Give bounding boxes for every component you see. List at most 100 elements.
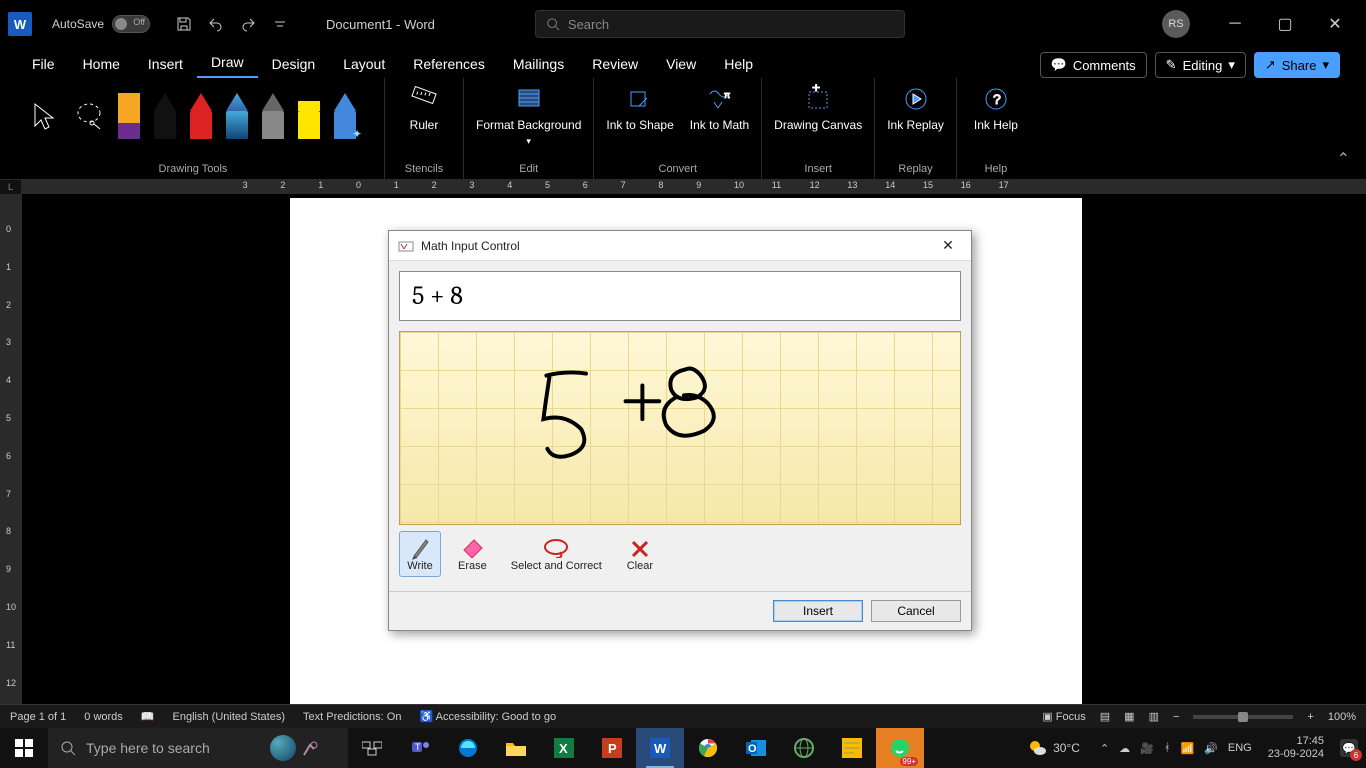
pen-red[interactable] bbox=[190, 93, 212, 139]
minimize-button[interactable]: ─ bbox=[1212, 8, 1258, 40]
ink-to-shape-button[interactable]: Ink to Shape bbox=[606, 84, 673, 132]
svg-text:W: W bbox=[654, 741, 667, 756]
tab-layout[interactable]: Layout bbox=[329, 50, 399, 78]
page-indicator[interactable]: Page 1 of 1 bbox=[10, 711, 66, 723]
lasso-tool[interactable] bbox=[74, 101, 104, 131]
pencil-gray[interactable] bbox=[262, 93, 284, 139]
format-background-button[interactable]: Format Background▾ bbox=[476, 84, 581, 147]
ink-help-button[interactable]: ?Ink Help bbox=[969, 84, 1023, 132]
dialog-close-button[interactable]: ✕ bbox=[933, 236, 963, 256]
close-button[interactable]: ✕ bbox=[1312, 8, 1358, 40]
language-indicator[interactable]: ENG bbox=[1228, 742, 1252, 754]
ruler-button[interactable]: Ruler bbox=[397, 84, 451, 132]
insert-button[interactable]: Insert bbox=[773, 600, 863, 622]
select-tool[interactable] bbox=[30, 101, 60, 131]
save-icon[interactable] bbox=[170, 10, 198, 38]
search-placeholder: Search bbox=[568, 17, 609, 32]
ink-replay-button[interactable]: Ink Replay bbox=[887, 84, 944, 132]
tray-chevron-icon[interactable]: ⌃ bbox=[1100, 742, 1109, 755]
search-icon bbox=[546, 17, 560, 31]
clear-tool[interactable]: Clear bbox=[619, 531, 661, 577]
ink-to-math-button[interactable]: πInk to Math bbox=[690, 84, 749, 132]
chrome-icon[interactable] bbox=[684, 728, 732, 768]
highlighter-yellow[interactable] bbox=[298, 93, 320, 139]
group-label: Insert bbox=[804, 163, 832, 175]
zoom-out[interactable]: − bbox=[1173, 711, 1179, 723]
print-layout-icon[interactable]: ▦ bbox=[1124, 710, 1134, 723]
word-icon[interactable]: W bbox=[636, 728, 684, 768]
task-view-icon[interactable] bbox=[348, 728, 396, 768]
dialog-titlebar[interactable]: Math Input Control ✕ bbox=[389, 231, 971, 261]
titlebar: W AutoSave Off Document1 - Word Search R… bbox=[0, 0, 1366, 48]
erase-tool[interactable]: Erase bbox=[451, 531, 494, 577]
redo-icon[interactable] bbox=[234, 10, 262, 38]
zoom-slider[interactable] bbox=[1193, 715, 1293, 719]
language-indicator[interactable]: English (United States) bbox=[173, 711, 286, 723]
select-correct-tool[interactable]: Select and Correct bbox=[504, 531, 609, 577]
tab-draw[interactable]: Draw bbox=[197, 48, 258, 78]
tab-home[interactable]: Home bbox=[69, 50, 134, 78]
tab-help[interactable]: Help bbox=[710, 50, 767, 78]
pen-galaxy[interactable] bbox=[226, 93, 248, 139]
text-predictions[interactable]: Text Predictions: On bbox=[303, 711, 401, 723]
browser-icon[interactable] bbox=[780, 728, 828, 768]
collapse-ribbon-icon[interactable]: ⌃ bbox=[1337, 149, 1350, 169]
edge-icon[interactable] bbox=[444, 728, 492, 768]
tab-view[interactable]: View bbox=[652, 50, 710, 78]
share-button[interactable]: ↗Share▾ bbox=[1254, 52, 1340, 78]
outlook-icon[interactable]: O bbox=[732, 728, 780, 768]
tab-design[interactable]: Design bbox=[258, 50, 330, 78]
user-avatar[interactable]: RS bbox=[1162, 10, 1190, 38]
comments-button[interactable]: 💬Comments bbox=[1040, 52, 1147, 78]
sticky-notes-icon[interactable] bbox=[828, 728, 876, 768]
eraser-tool[interactable] bbox=[118, 93, 140, 139]
wifi-icon[interactable]: 📶 bbox=[1180, 742, 1194, 755]
web-layout-icon[interactable]: ▥ bbox=[1149, 710, 1159, 723]
tab-review[interactable]: Review bbox=[578, 50, 652, 78]
volume-icon[interactable]: 🔊 bbox=[1204, 742, 1218, 755]
zoom-level[interactable]: 100% bbox=[1328, 711, 1356, 723]
weather-widget[interactable]: 30°C bbox=[1017, 738, 1090, 758]
horizontal-ruler[interactable]: L 32101234567891011121314151617 bbox=[0, 180, 1366, 194]
math-ink-canvas[interactable] bbox=[399, 331, 961, 525]
powerpoint-icon[interactable]: P bbox=[588, 728, 636, 768]
tab-file[interactable]: File bbox=[18, 50, 69, 78]
start-button[interactable] bbox=[0, 728, 48, 768]
focus-mode[interactable]: ▣ Focus bbox=[1042, 710, 1085, 723]
taskbar-search[interactable]: Type here to search bbox=[48, 728, 348, 768]
notifications-icon[interactable]: 💬 bbox=[1340, 739, 1358, 757]
zoom-in[interactable]: + bbox=[1307, 711, 1313, 723]
pen-action[interactable] bbox=[334, 93, 356, 139]
meet-now-icon[interactable]: 🎥 bbox=[1140, 742, 1154, 755]
read-mode-icon[interactable]: ▤ bbox=[1100, 710, 1110, 723]
search-box[interactable]: Search bbox=[535, 10, 905, 38]
tab-mailings[interactable]: Mailings bbox=[499, 50, 578, 78]
autosave-toggle-group[interactable]: AutoSave Off bbox=[52, 15, 150, 33]
editing-mode-button[interactable]: ✎Editing▾ bbox=[1155, 52, 1246, 78]
accessibility-status[interactable]: ♿ Accessibility: Good to go bbox=[419, 710, 556, 723]
bluetooth-icon[interactable]: ᚼ bbox=[1164, 742, 1171, 754]
weather-icon bbox=[1027, 738, 1047, 758]
cancel-button[interactable]: Cancel bbox=[871, 600, 961, 622]
clock[interactable]: 17:45 23-09-2024 bbox=[1262, 735, 1330, 761]
pen-black[interactable] bbox=[154, 93, 176, 139]
word-count[interactable]: 0 words bbox=[84, 711, 123, 723]
qat-customize-icon[interactable] bbox=[266, 10, 294, 38]
drawing-canvas-button[interactable]: +Drawing Canvas bbox=[774, 84, 862, 132]
write-tool[interactable]: Write bbox=[399, 531, 441, 577]
autosave-toggle[interactable]: Off bbox=[112, 15, 150, 33]
maximize-button[interactable]: ▢ bbox=[1262, 8, 1308, 40]
search-highlight-icon bbox=[270, 734, 342, 762]
undo-icon[interactable] bbox=[202, 10, 230, 38]
whatsapp-icon[interactable]: 99+ bbox=[876, 728, 924, 768]
file-explorer-icon[interactable] bbox=[492, 728, 540, 768]
word-app-icon: W bbox=[8, 12, 32, 36]
spellcheck-icon[interactable]: 📖 bbox=[141, 710, 155, 723]
vertical-ruler[interactable]: 0123456789101112 bbox=[0, 194, 22, 738]
excel-icon[interactable]: X bbox=[540, 728, 588, 768]
autosave-label: AutoSave bbox=[52, 17, 104, 31]
teams-icon[interactable]: T bbox=[396, 728, 444, 768]
tab-references[interactable]: References bbox=[399, 50, 499, 78]
tab-insert[interactable]: Insert bbox=[134, 50, 197, 78]
onedrive-icon[interactable]: ☁ bbox=[1119, 742, 1130, 755]
